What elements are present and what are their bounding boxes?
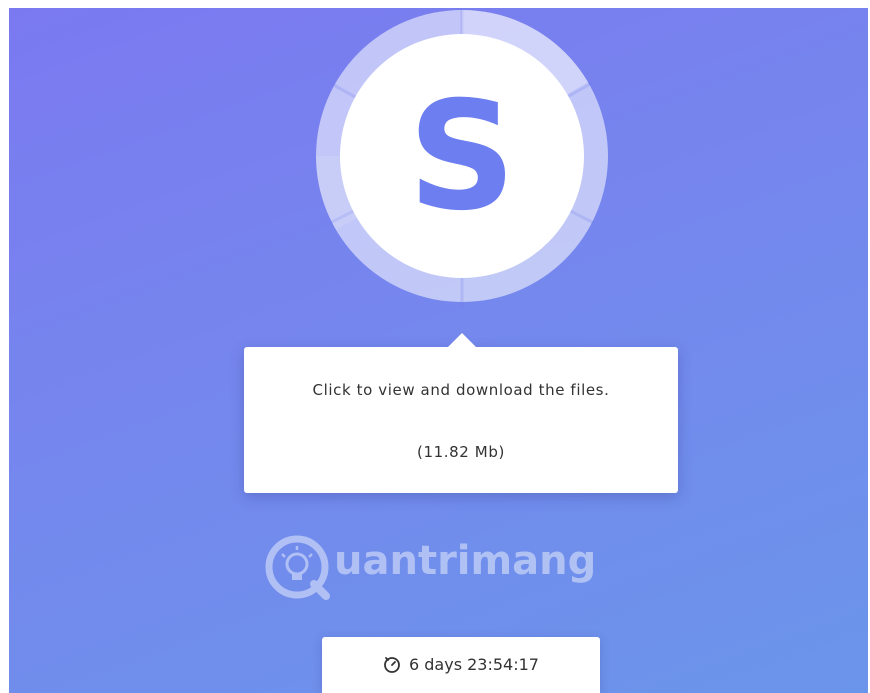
logo-ring[interactable]: S	[312, 8, 612, 308]
download-tooltip[interactable]: Click to view and download the files. (1…	[244, 333, 678, 493]
stopwatch-icon	[384, 657, 400, 673]
tooltip-arrow	[448, 333, 476, 347]
timer-value: 6 days 23:54:17	[409, 655, 539, 674]
s-logo-icon: S	[315, 8, 608, 308]
page-background: S Click to view and download the files. …	[9, 8, 868, 693]
file-size: (11.82 Mb)	[417, 443, 505, 461]
lightbulb-q-icon	[265, 535, 330, 600]
expiry-timer: 6 days 23:54:17	[322, 637, 600, 693]
logo-letter: S	[408, 70, 516, 244]
watermark-text: uantrimang	[334, 538, 597, 584]
window-frame: S Click to view and download the files. …	[0, 0, 870, 693]
watermark: uantrimang	[264, 530, 644, 610]
download-message: Click to view and download the files.	[312, 381, 610, 399]
